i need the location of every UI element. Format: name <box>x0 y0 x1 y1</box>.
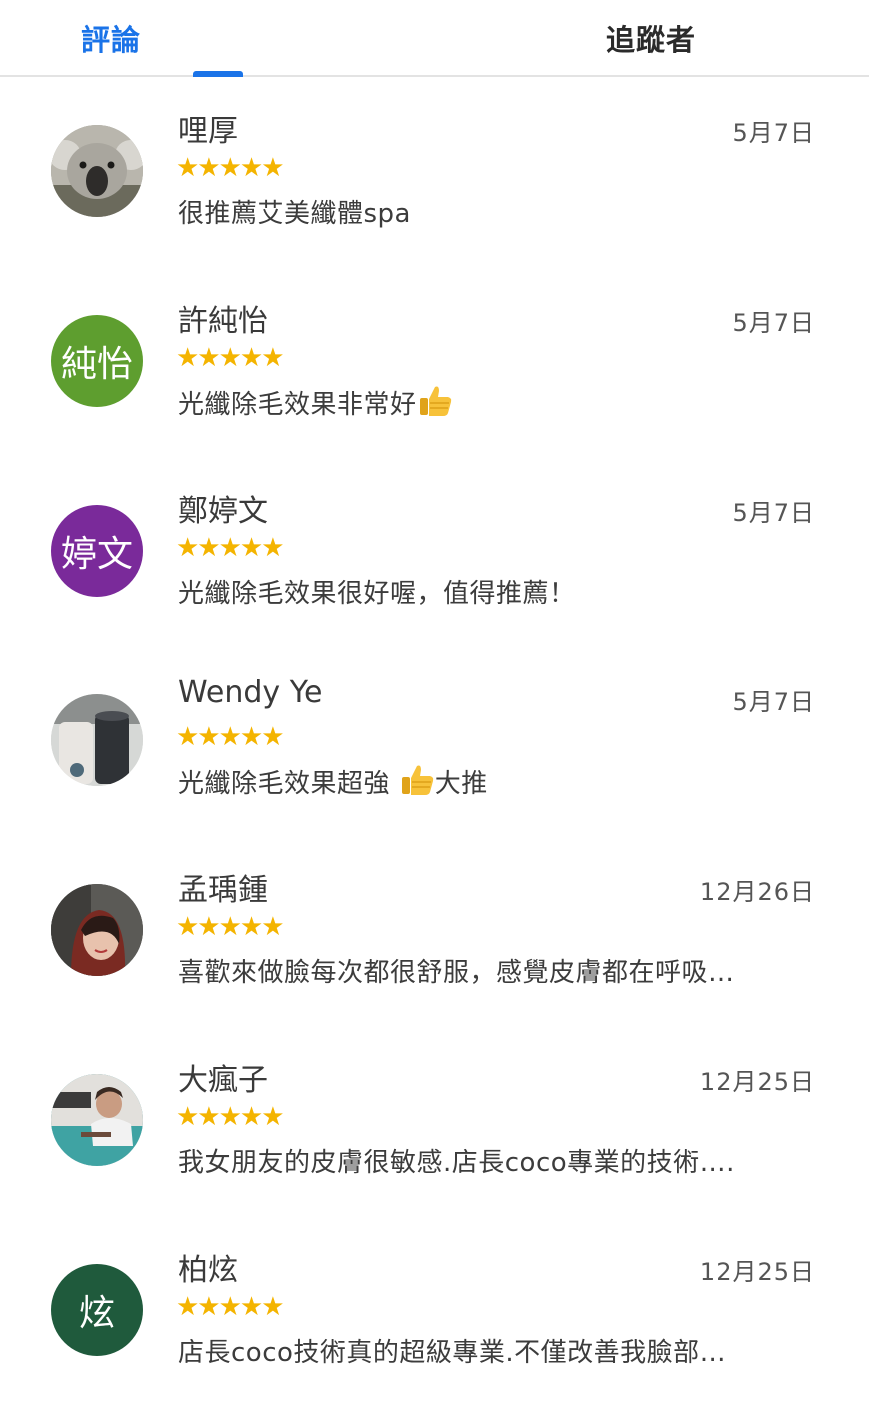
avatar[interactable]: 純怡 <box>51 315 143 407</box>
reviewer-name[interactable]: Wendy Ye <box>178 675 323 710</box>
reviewer-name[interactable]: 柏炫 <box>178 1245 238 1289</box>
review-item[interactable]: 大瘋子 12月25日 ★★★★★ 我女朋友的皮膚很敏感.店長coco專業的技術…… <box>0 1044 869 1234</box>
coffee-cups-photo-icon <box>51 694 143 786</box>
reviewer-name[interactable]: 哩厚 <box>178 106 238 150</box>
thumbs-up-icon <box>401 765 433 795</box>
avatar[interactable] <box>51 694 143 786</box>
review-date: 12月25日 <box>699 1258 815 1286</box>
reviewer-name[interactable]: 許純怡 <box>178 296 268 340</box>
review-text[interactable]: 光纖除毛效果非常好 <box>178 383 818 421</box>
active-tab-indicator <box>193 71 243 77</box>
person-photo-icon <box>51 884 143 976</box>
tab-reviews[interactable]: 評論 <box>0 0 434 75</box>
koala-photo-icon <box>51 125 143 217</box>
person-at-pool-photo-icon <box>51 1074 143 1166</box>
review-text[interactable]: 我女朋友的皮膚很敏感.店長coco專業的技術…. <box>178 1142 818 1179</box>
review-date: 5月7日 <box>732 688 815 716</box>
avatar[interactable]: 婷文 <box>51 505 143 597</box>
review-date: 12月26日 <box>699 878 815 906</box>
review-date: 5月7日 <box>732 309 815 337</box>
reviewer-name[interactable]: 大瘋子 <box>178 1055 268 1099</box>
review-text-content: 光纖除毛效果非常好 <box>178 390 417 420</box>
avatar-initials: 婷文 <box>60 534 133 575</box>
star-rating: ★★★★★ <box>176 533 285 563</box>
tab-followers[interactable]: 追蹤者 <box>434 0 868 75</box>
review-text-content: 我女朋友的皮膚很敏感.店長coco專業的技術…. <box>178 1148 735 1178</box>
review-text-content: 很推薦艾美纖體spa <box>178 199 411 229</box>
avatar[interactable] <box>51 125 143 217</box>
avatar[interactable] <box>51 1074 143 1166</box>
review-text[interactable]: 店長coco技術真的超級專業.不僅改善我臉部… <box>178 1332 818 1369</box>
review-item[interactable]: 純怡 許純怡 5月7日 ★★★★★ 光纖除毛效果非常好 <box>0 285 869 475</box>
star-rating: ★★★★★ <box>176 722 285 752</box>
review-text-content: 喜歡來做臉每次都很舒服，感覺皮膚都在呼吸… <box>178 958 735 988</box>
star-rating: ★★★★★ <box>176 1102 285 1132</box>
review-text-tail: 大推 <box>434 769 488 799</box>
star-rating: ★★★★★ <box>176 153 285 183</box>
avatar[interactable]: 炫 <box>51 1264 143 1356</box>
review-text-content: 光纖除毛效果很好喔，值得推薦！ <box>178 579 576 609</box>
review-text[interactable]: 喜歡來做臉每次都很舒服，感覺皮膚都在呼吸… <box>178 952 818 989</box>
review-text[interactable]: 很推薦艾美纖體spa <box>178 193 818 230</box>
review-date: 5月7日 <box>732 499 815 527</box>
thumbs-up-icon <box>419 386 451 416</box>
review-date: 5月7日 <box>732 119 815 147</box>
review-text[interactable]: 光纖除毛效果很好喔，值得推薦！ <box>178 573 818 610</box>
review-item[interactable]: 孟瑀鍾 12月26日 ★★★★★ 喜歡來做臉每次都很舒服，感覺皮膚都在呼吸… <box>0 854 869 1044</box>
star-rating: ★★★★★ <box>176 1292 285 1322</box>
avatar[interactable] <box>51 884 143 976</box>
review-item[interactable]: Wendy Ye 5月7日 ★★★★★ 光纖除毛效果超強 大推 <box>0 664 869 854</box>
tab-bar: 評論 追蹤者 <box>0 0 869 77</box>
review-date: 12月25日 <box>699 1068 815 1096</box>
star-rating: ★★★★★ <box>176 343 285 373</box>
tab-reviews-label: 評論 <box>80 22 141 57</box>
review-item[interactable]: 哩厚 5月7日 ★★★★★ 很推薦艾美纖體spa <box>0 95 869 285</box>
star-rating: ★★★★★ <box>176 912 285 942</box>
tab-followers-label: 追蹤者 <box>605 22 696 57</box>
review-text-content: 店長coco技術真的超級專業.不僅改善我臉部… <box>178 1338 727 1368</box>
review-item[interactable]: 婷文 鄭婷文 5月7日 ★★★★★ 光纖除毛效果很好喔，值得推薦！ <box>0 475 869 665</box>
review-text[interactable]: 光纖除毛效果超強 大推 <box>178 762 818 800</box>
avatar-initials: 炫 <box>78 1293 115 1334</box>
review-text-content: 光纖除毛效果超強 <box>178 769 391 799</box>
reviewer-name[interactable]: 孟瑀鍾 <box>178 865 268 909</box>
review-item[interactable]: 炫 柏炫 12月25日 ★★★★★ 店長coco技術真的超級專業.不僅改善我臉部… <box>0 1234 869 1424</box>
reviewer-name[interactable]: 鄭婷文 <box>178 486 268 530</box>
avatar-initials: 純怡 <box>60 344 133 385</box>
